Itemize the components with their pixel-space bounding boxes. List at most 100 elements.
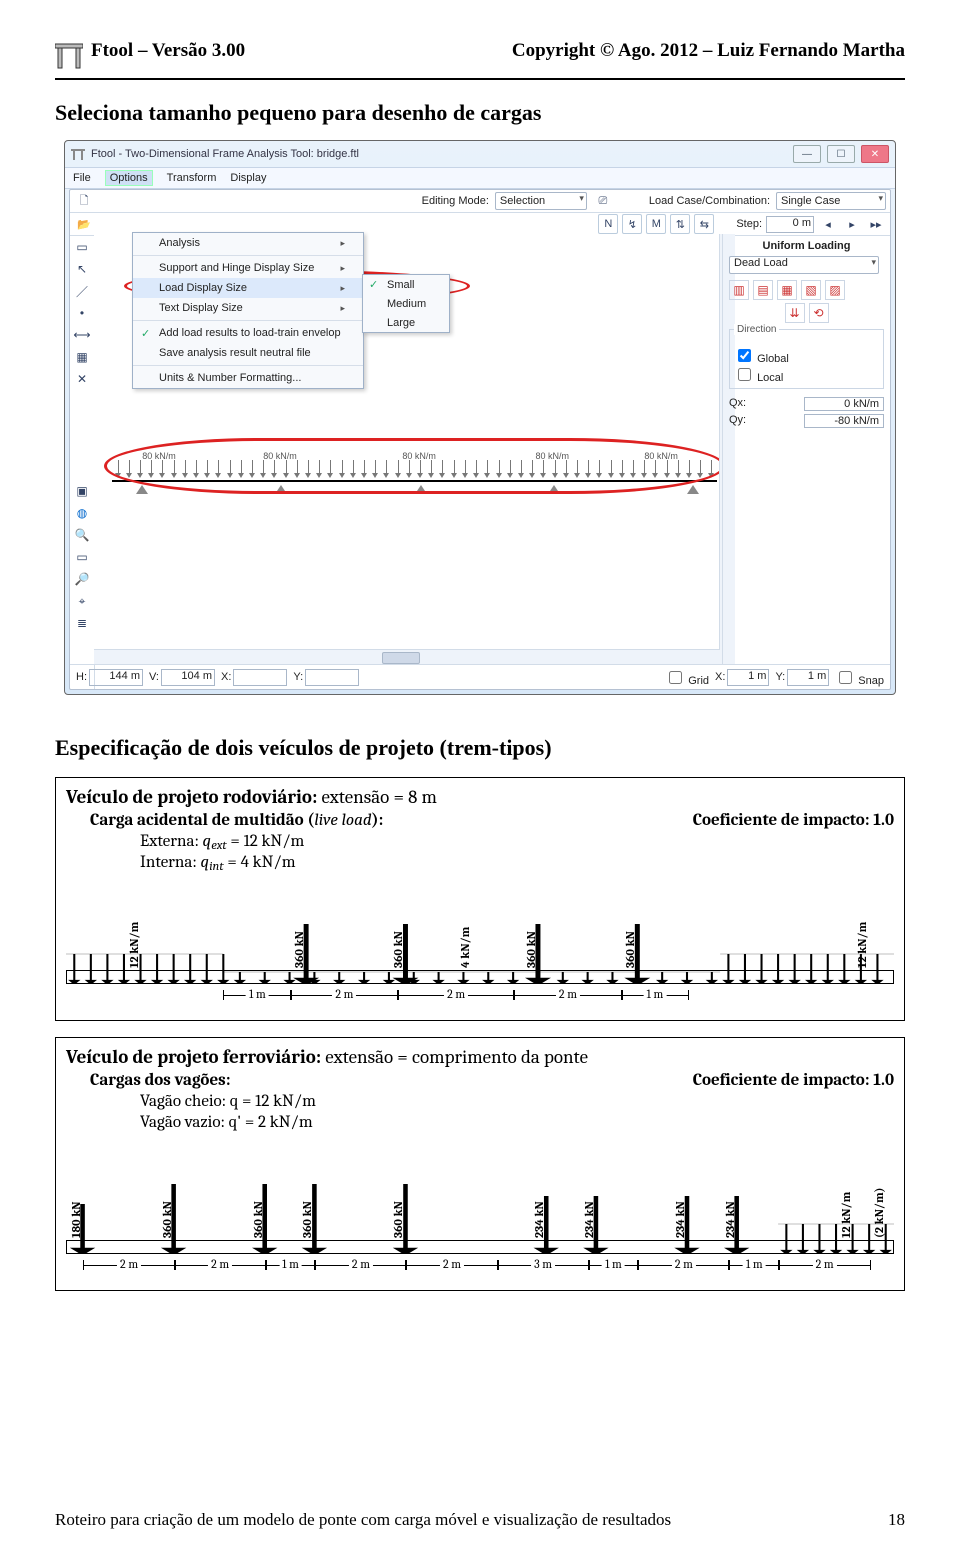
ftool-logo-icon — [55, 40, 83, 70]
status-grid-x[interactable]: 1 m — [727, 669, 769, 686]
section-title-1: Seleciona tamanho pequeno para desenho d… — [55, 100, 905, 126]
delete-tool-icon[interactable]: ✕ — [73, 370, 91, 388]
load-icon-5[interactable]: ▨ — [825, 280, 845, 300]
result-d-icon[interactable]: ⇅ — [670, 214, 690, 234]
support-2 — [275, 485, 287, 494]
new-file-icon[interactable]: 🗋 — [74, 191, 94, 211]
road-vehicle-block: Veículo de projeto rodoviário: extensão … — [55, 777, 905, 1021]
load-icon-3[interactable]: ▦ — [777, 280, 797, 300]
maximize-button[interactable]: ☐ — [827, 145, 855, 163]
step-back-icon[interactable]: ◂ — [818, 214, 838, 234]
result-n-icon[interactable]: N — [598, 214, 618, 234]
page-number: 18 — [888, 1510, 905, 1530]
menu-item-load-display-size[interactable]: Load Display Size▸ — [133, 278, 363, 298]
step-label: Step: — [736, 218, 762, 230]
menu-item-text-size[interactable]: Text Display Size▸ — [133, 298, 363, 318]
veh2-title-rest: extensão = comprimento da ponte — [321, 1046, 588, 1068]
result-e-icon[interactable]: ⇆ — [694, 214, 714, 234]
options-menu-dropdown: Analysis▸ Support and Hinge Display Size… — [132, 232, 364, 389]
loadcase-combo[interactable]: Single Case — [776, 192, 886, 210]
menu-item-units[interactable]: Units & Number Formatting... — [133, 368, 363, 388]
zoom-out-icon[interactable]: 🔎 — [73, 570, 91, 588]
step-value[interactable]: 0 m — [766, 216, 814, 233]
window-titlebar[interactable]: Ftool - Two-Dimensional Frame Analysis T… — [65, 141, 895, 167]
menu-item-analysis[interactable]: Analysis▸ — [133, 233, 363, 253]
app-icon — [71, 147, 85, 161]
display2-icon[interactable]: ◍ — [73, 504, 91, 522]
snap-checkbox[interactable]: Snap — [835, 668, 884, 687]
section-title-2: Especificação de dois veículos de projet… — [55, 735, 905, 761]
remove-load-icon[interactable]: ⟲ — [809, 303, 829, 323]
header-rule — [55, 78, 905, 80]
submenu-medium[interactable]: Medium — [363, 294, 449, 313]
load-name-combo[interactable]: Dead Load — [729, 256, 879, 274]
menubar: File Options Transform Display — [65, 167, 895, 189]
size-submenu: Small Medium Large — [362, 274, 450, 333]
menu-transform[interactable]: Transform — [167, 172, 217, 184]
status-X[interactable] — [233, 669, 287, 686]
status-V[interactable]: 104 m — [161, 669, 215, 686]
global-checkbox[interactable]: Global — [734, 353, 789, 365]
line-tool-icon[interactable]: ／ — [73, 282, 91, 300]
qy-value[interactable]: -80 kN/m — [804, 414, 884, 428]
apply-load-icon[interactable]: ⇊ — [785, 303, 805, 323]
hscrollbar[interactable] — [94, 649, 735, 665]
statusbar: H:144 m V:104 m X: Y: Grid X:1 m Y:1 m S… — [70, 664, 890, 689]
veh1-title-bold: Veículo de projeto rodoviário: — [66, 786, 317, 808]
header-right: Copyright © Ago. 2012 – Luiz Fernando Ma… — [512, 40, 905, 62]
panel-title: Uniform Loading — [729, 240, 884, 252]
load-icon-2[interactable]: ▤ — [753, 280, 773, 300]
grid-tool-icon[interactable]: ▦ — [73, 348, 91, 366]
close-button[interactable]: ✕ — [861, 145, 889, 163]
menu-file[interactable]: File — [73, 172, 91, 184]
support-5 — [687, 485, 699, 494]
zoom-in-icon[interactable]: 🔍 — [73, 526, 91, 544]
dim-tool-icon[interactable]: ⟷ — [73, 326, 91, 344]
node-tool-icon[interactable]: • — [73, 304, 91, 322]
result-q-icon[interactable]: ↯ — [622, 214, 642, 234]
slider-icon[interactable]: ⎚ — [593, 191, 613, 211]
submenu-large[interactable]: Large — [363, 313, 449, 332]
display1-icon[interactable]: ▣ — [73, 482, 91, 500]
menu-options[interactable]: Options — [105, 170, 153, 186]
load-icon-1[interactable]: ▥ — [729, 280, 749, 300]
model-canvas[interactable]: Analysis▸ Support and Hinge Display Size… — [94, 234, 735, 665]
minimize-button[interactable]: — — [793, 145, 821, 163]
zoom-fit-icon[interactable]: ▭ — [73, 548, 91, 566]
menu-item-add-envelop[interactable]: Add load results to load-train envelop — [133, 323, 363, 343]
status-grid-y[interactable]: 1 m — [787, 669, 829, 686]
support-3 — [415, 485, 427, 494]
menu-display[interactable]: Display — [230, 172, 266, 184]
menu-item-save-neutral[interactable]: Save analysis result neutral file — [133, 343, 363, 363]
veh1-title-rest: extensão = 8 m — [317, 786, 437, 808]
rail-vehicle-diagram: 180 kN 360 kN 360 kN 360 kN 360 kN 234 k… — [66, 1140, 894, 1280]
step-fwd-icon[interactable]: ▸▸ — [866, 214, 886, 234]
step-play-icon[interactable]: ▸ — [842, 214, 862, 234]
load-properties-panel: Uniform Loading Dead Load ▥ ▤ ▦ ▧ ▨ ⇊ ⟲ … — [722, 234, 890, 665]
support-4 — [548, 485, 560, 494]
page-header: Ftool – Versão 3.00 Copyright © Ago. 201… — [55, 40, 905, 70]
top-toolbar: 🗋 Editing Mode: Selection ⎚ Load Case/Co… — [70, 190, 890, 213]
editing-mode-combo[interactable]: Selection — [495, 192, 587, 210]
menu-item-support-size[interactable]: Support and Hinge Display Size▸ — [133, 258, 363, 278]
load-icon-4[interactable]: ▧ — [801, 280, 821, 300]
scale-icon[interactable]: ≣ — [73, 614, 91, 632]
header-left: Ftool – Versão 3.00 — [91, 40, 245, 62]
editing-mode-label: Editing Mode: — [422, 195, 489, 207]
local-checkbox[interactable]: Local — [734, 372, 783, 384]
qx-value[interactable]: 0 kN/m — [804, 397, 884, 411]
status-Y[interactable] — [305, 669, 359, 686]
footer-text: Roteiro para criação de um modelo de pon… — [55, 1510, 671, 1530]
result-m-icon[interactable]: M — [646, 214, 666, 234]
qx-label: Qx: — [729, 397, 746, 411]
submenu-small[interactable]: Small — [363, 275, 449, 294]
status-H[interactable]: 144 m — [89, 669, 143, 686]
distributed-load-arrows — [112, 460, 717, 478]
veh1-impact: Coeficiente de impacto: 1.0 — [693, 811, 894, 830]
arrow-tool-icon[interactable]: ↖ — [73, 260, 91, 278]
grid-checkbox[interactable]: Grid — [665, 668, 709, 687]
open-file-icon[interactable]: 📂 — [74, 214, 94, 234]
loadcase-label: Load Case/Combination: — [649, 195, 770, 207]
select-tool-icon[interactable]: ▭ — [73, 238, 91, 256]
zoom-reset-icon[interactable]: ⌖ — [73, 592, 91, 610]
